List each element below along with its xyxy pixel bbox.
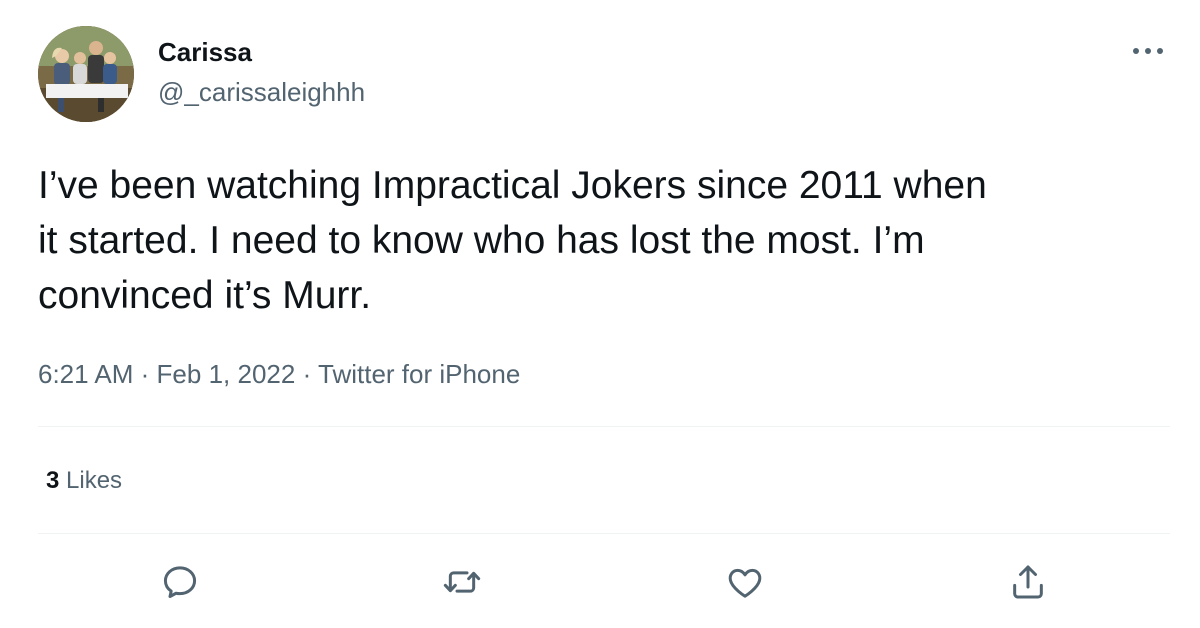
family-photo-avatar bbox=[38, 26, 134, 122]
retweet-button[interactable] bbox=[440, 560, 484, 604]
divider bbox=[38, 426, 1170, 427]
likes-count: 3 bbox=[46, 467, 60, 494]
more-options-button[interactable] bbox=[1128, 36, 1168, 66]
likes-count-link[interactable]: 3 Likes bbox=[46, 466, 122, 496]
tweet-card: Carissa @_carissaleighhh I’ve been watch… bbox=[0, 0, 1200, 628]
tweet-time[interactable]: 6:21 AM bbox=[38, 359, 133, 389]
share-button[interactable] bbox=[1006, 560, 1050, 604]
tweet-metadata: 6:21 AM · Feb 1, 2022 · Twitter for iPho… bbox=[38, 358, 520, 390]
heart-icon bbox=[728, 568, 762, 598]
divider bbox=[38, 533, 1170, 534]
more-dots-icon bbox=[1133, 48, 1163, 54]
author-handle[interactable]: @_carissaleighhh bbox=[158, 76, 365, 108]
reply-button[interactable] bbox=[158, 560, 202, 604]
tweet-date[interactable]: Feb 1, 2022 bbox=[157, 359, 296, 389]
like-button[interactable] bbox=[723, 560, 767, 604]
author-avatar[interactable] bbox=[38, 26, 134, 122]
meta-separator: · bbox=[302, 359, 312, 389]
likes-label: Likes bbox=[66, 467, 123, 494]
meta-separator: · bbox=[140, 359, 150, 389]
tweet-source[interactable]: Twitter for iPhone bbox=[318, 359, 520, 389]
author-display-name[interactable]: Carissa bbox=[158, 36, 252, 68]
reply-icon bbox=[163, 566, 197, 598]
retweet-icon bbox=[443, 571, 481, 593]
tweet-text: I’ve been watching Impractical Jokers si… bbox=[38, 164, 987, 317]
share-icon bbox=[1013, 565, 1043, 599]
